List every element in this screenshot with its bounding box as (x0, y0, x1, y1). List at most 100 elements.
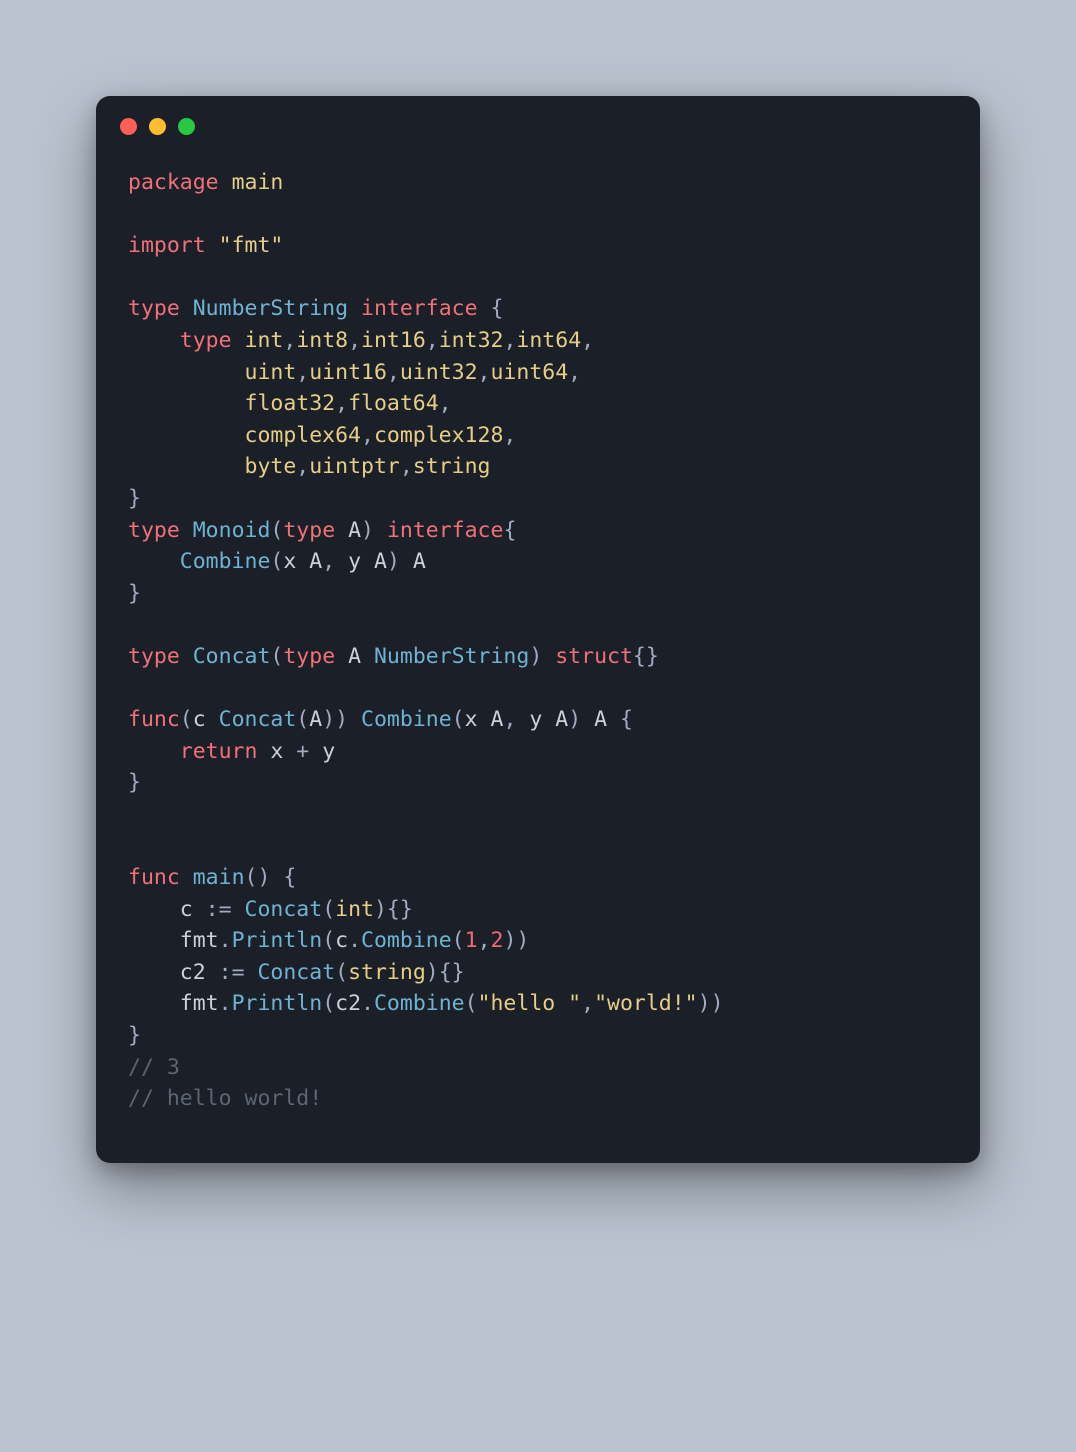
code-token: ) (529, 644, 542, 669)
code-token: int (335, 897, 374, 922)
code-token: )) (698, 991, 724, 1016)
code-token: , (335, 391, 348, 416)
code-token: package (128, 170, 219, 195)
code-token: , (426, 328, 439, 353)
code-token: uint (245, 360, 297, 385)
code-token: uint64 (490, 360, 568, 385)
code-token: NumberString (193, 296, 348, 321)
code-token: . (219, 991, 232, 1016)
code-token: } (128, 1023, 141, 1048)
code-token: main (232, 170, 284, 195)
code-token: float32 (245, 391, 336, 416)
code-token: y A (348, 549, 387, 574)
code-token: , (581, 991, 594, 1016)
code-token: "world!" (594, 991, 698, 1016)
zoom-icon[interactable] (178, 118, 195, 135)
code-token: x A (465, 707, 504, 732)
code-token: , (296, 360, 309, 385)
code-token: , (439, 391, 452, 416)
code-token: fmt (180, 928, 219, 953)
code-token: Concat (193, 644, 271, 669)
code-token: type (128, 518, 180, 543)
code-token: type (128, 296, 180, 321)
code-token: ( (465, 991, 478, 1016)
code-token: type (283, 644, 335, 669)
code-token: { (283, 865, 296, 890)
code-token: int16 (361, 328, 426, 353)
code-token: ( (180, 707, 193, 732)
code-window: package main import "fmt" type NumberStr… (96, 96, 980, 1163)
code-token: byte (245, 454, 297, 479)
code-token: := (206, 897, 232, 922)
code-token: ( (270, 518, 283, 543)
code-token: , (348, 328, 361, 353)
code-token: ( (270, 644, 283, 669)
code-token: Monoid (193, 518, 271, 543)
code-token: ( (452, 928, 465, 953)
code-token: 2 (491, 928, 504, 953)
code-token: Println (232, 991, 323, 1016)
code-token: ( (322, 991, 335, 1016)
code-token: type (283, 518, 335, 543)
code-token: fmt (180, 991, 219, 1016)
code-token: int32 (439, 328, 504, 353)
code-token: , (400, 454, 413, 479)
code-token: . (219, 928, 232, 953)
code-token: uint16 (309, 360, 387, 385)
code-token: uint32 (400, 360, 478, 385)
code-token: ) (568, 707, 581, 732)
code-token: , (478, 928, 491, 953)
code-token: complex64 (245, 423, 362, 448)
code-token: int64 (516, 328, 581, 353)
code-token: c (180, 897, 206, 922)
code-token: A (348, 518, 361, 543)
code-token: , (568, 360, 581, 385)
code-token: )) (322, 707, 348, 732)
code-token: A (413, 549, 426, 574)
code-token: int (245, 328, 284, 353)
code-token: , (503, 328, 516, 353)
code-token: , (503, 707, 516, 732)
code-token: func (128, 707, 180, 732)
code-token: type (128, 644, 180, 669)
code-token: , (322, 549, 335, 574)
code-token: Concat (245, 897, 323, 922)
code-token: type (180, 328, 232, 353)
code-token: } (128, 581, 141, 606)
code-token: interface (361, 296, 478, 321)
code-token: ){} (374, 897, 413, 922)
close-icon[interactable] (120, 118, 137, 135)
code-token: interface (387, 518, 504, 543)
code-token: c2 (335, 991, 361, 1016)
code-content: package main import "fmt" type NumberStr… (96, 143, 980, 1163)
code-token: A (309, 707, 322, 732)
code-token: ( (322, 928, 335, 953)
code-token: A (594, 707, 607, 732)
code-token: ( (296, 707, 309, 732)
code-token: main (193, 865, 245, 890)
code-token: ( (270, 549, 283, 574)
code-token: {} (633, 644, 659, 669)
code-token: ) (387, 549, 400, 574)
code-token: } (128, 770, 141, 795)
code-token: ( (335, 960, 348, 985)
code-token: } (128, 486, 141, 511)
code-token: )) (503, 928, 529, 953)
code-token: complex128 (374, 423, 503, 448)
code-token: c (193, 707, 219, 732)
code-token: , (503, 423, 516, 448)
code-token: , (296, 454, 309, 479)
code-token: string (413, 454, 491, 479)
code-token: , (387, 360, 400, 385)
code-token: Combine (361, 707, 452, 732)
code-token: Println (232, 928, 323, 953)
window-titlebar (96, 96, 980, 143)
code-token: ( (322, 897, 335, 922)
code-token: "hello " (478, 991, 582, 1016)
code-token: { (503, 518, 516, 543)
minimize-icon[interactable] (149, 118, 166, 135)
code-token: c2 (180, 960, 219, 985)
code-token: Concat (219, 707, 297, 732)
code-token: Concat (257, 960, 335, 985)
code-token: x A (283, 549, 322, 574)
